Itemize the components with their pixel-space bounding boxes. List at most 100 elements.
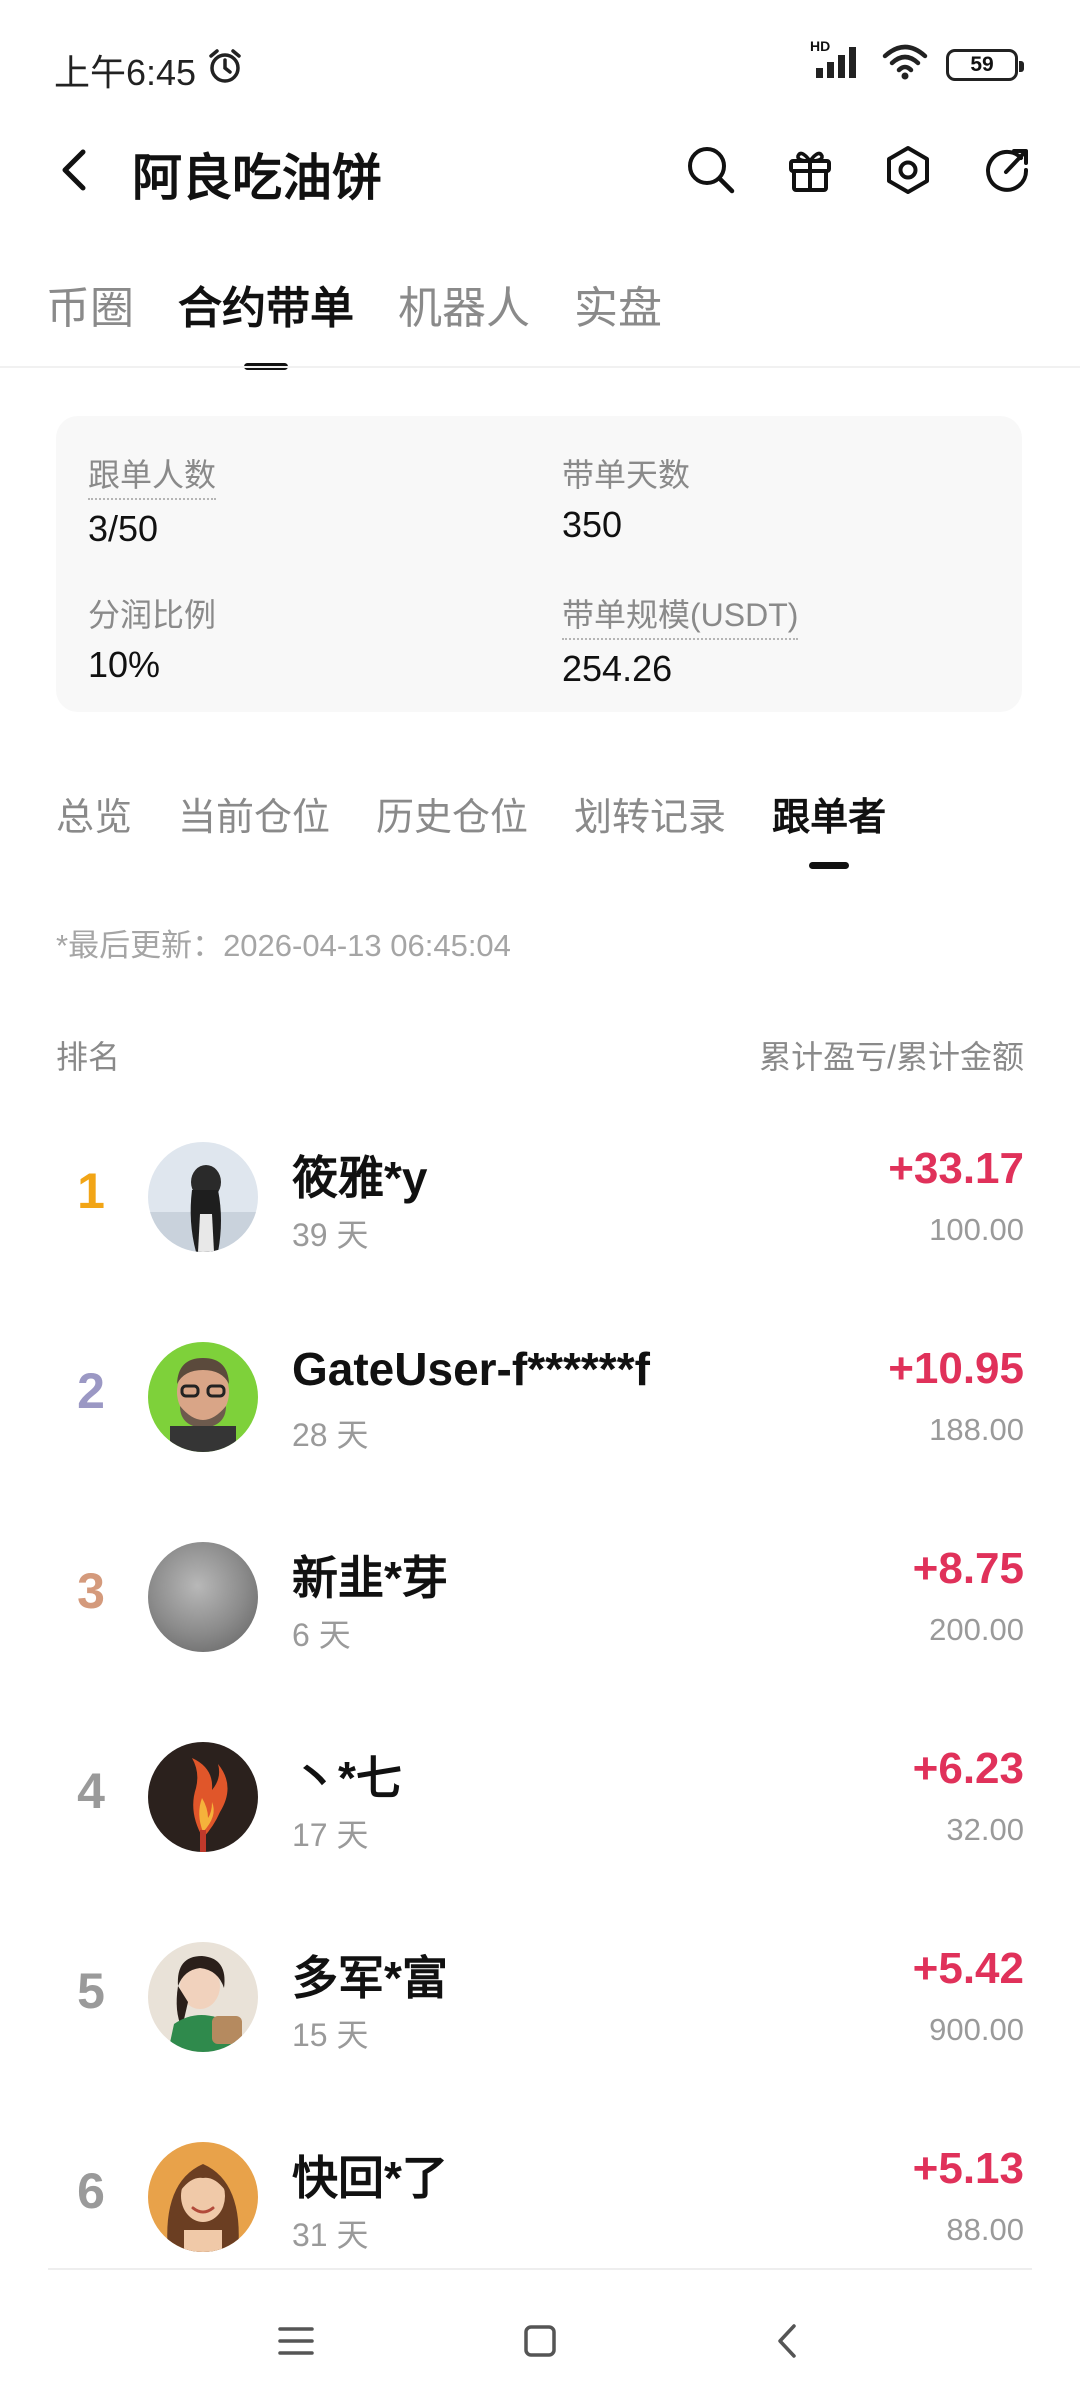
tab-live-trading[interactable]: 实盘 xyxy=(574,272,662,370)
home-button[interactable] xyxy=(505,2306,575,2376)
stat-scale: 带单规模(USDT) 254.26 xyxy=(562,590,799,690)
recent-apps-button[interactable] xyxy=(261,2306,331,2376)
follower-days: 39 天 xyxy=(292,1217,369,1253)
follower-days: 6 天 xyxy=(292,1617,351,1653)
search-icon xyxy=(688,147,735,194)
list-header-rank: 排名 xyxy=(56,1039,121,1075)
avatar xyxy=(148,1942,258,2052)
stats-card: 跟单人数 3/50 带单天数 350 分润比例 10% 带单规模(USDT) 2… xyxy=(56,416,1022,712)
stat-scale-label[interactable]: 带单规模(USDT) xyxy=(562,590,799,640)
share-icon xyxy=(986,149,1029,192)
sub-tabs: 总览 当前仓位 历史仓位 划转记录 跟单者 xyxy=(56,786,886,869)
follower-name: 快回*了 xyxy=(292,2152,448,2204)
back-button[interactable] xyxy=(46,142,102,198)
tab-overview[interactable]: 总览 xyxy=(56,786,132,869)
follower-row[interactable]: 4 丶*七 17 天 +6.23 32.00 xyxy=(0,1714,1080,1914)
follower-pnl: +5.42 xyxy=(912,1944,1024,1993)
follower-amount: 32.00 xyxy=(946,1812,1024,1847)
main-tabs: 币圈 合约带单 机器人 实盘 xyxy=(46,272,662,370)
follower-days: 17 天 xyxy=(292,1817,369,1853)
battery-icon: 59 xyxy=(946,48,1024,81)
tab-coin-circle[interactable]: 币圈 xyxy=(46,272,134,370)
rank-number: 5 xyxy=(77,1963,105,2019)
follower-amount: 900.00 xyxy=(929,2012,1024,2047)
gift-button[interactable] xyxy=(780,140,840,200)
menu-icon xyxy=(278,2327,314,2355)
settings-button[interactable] xyxy=(878,140,938,200)
follower-pnl: +33.17 xyxy=(888,1144,1024,1193)
system-nav-bar xyxy=(0,2280,1080,2400)
avatar xyxy=(148,1342,258,1452)
status-bar: 上午6:45 HD 59 xyxy=(0,0,1080,130)
tab-contract-copy-trading[interactable]: 合约带单 xyxy=(178,272,354,370)
follower-pnl: +10.95 xyxy=(888,1344,1024,1393)
follower-row[interactable]: 1 筱雅*y 39 天 +33.17 100.00 xyxy=(0,1114,1080,1314)
signal-icon: HD xyxy=(810,38,864,85)
tab-transfer-records[interactable]: 划转记录 xyxy=(574,786,726,869)
follower-name: 筱雅*y xyxy=(292,1152,428,1204)
stat-days: 带单天数 350 xyxy=(562,450,690,546)
status-indicators: HD 59 xyxy=(810,38,1024,85)
follower-days: 28 天 xyxy=(292,1417,369,1453)
avatar xyxy=(148,1142,258,1252)
gift-icon xyxy=(789,151,831,192)
status-time-text: 上午6:45 xyxy=(54,52,197,93)
tab-bots[interactable]: 机器人 xyxy=(398,272,530,370)
stat-scale-value: 254.26 xyxy=(562,648,673,689)
battery-level: 59 xyxy=(970,52,994,76)
stat-profit-share-label: 分润比例 xyxy=(88,597,217,633)
chevron-left-icon xyxy=(62,149,86,191)
status-time: 上午6:45 xyxy=(54,44,244,96)
stat-followers: 跟单人数 3/50 xyxy=(88,450,217,550)
stat-followers-label[interactable]: 跟单人数 xyxy=(88,450,217,500)
app-header: 阿良吃油饼 xyxy=(0,120,1080,220)
rank-number: 2 xyxy=(77,1363,105,1419)
follower-row[interactable]: 5 多军*富 15 天 +5.42 900.00 xyxy=(0,1914,1080,2114)
share-button[interactable] xyxy=(977,140,1037,200)
follower-amount: 200.00 xyxy=(929,1612,1024,1647)
list-header: 排名 累计盈亏/累计金额 xyxy=(56,1032,1024,1078)
rank-number: 3 xyxy=(77,1563,105,1619)
list-header-pnl: 累计盈亏/累计金额 xyxy=(759,1039,1024,1075)
follower-name: 多军*富 xyxy=(292,1952,448,2004)
alarm-icon xyxy=(206,47,244,94)
stat-days-label: 带单天数 xyxy=(562,457,691,493)
chevron-left-icon xyxy=(778,2324,796,2358)
follower-days: 31 天 xyxy=(292,2217,369,2253)
settings-icon xyxy=(887,146,929,194)
stat-days-value: 350 xyxy=(562,504,623,545)
avatar xyxy=(148,1542,258,1652)
follower-name: 丶*七 xyxy=(292,1752,402,1804)
page-title: 阿良吃油饼 xyxy=(132,150,382,206)
avatar xyxy=(148,2142,258,2252)
tab-followers[interactable]: 跟单者 xyxy=(772,786,886,869)
follower-pnl: +8.75 xyxy=(912,1544,1024,1593)
stat-followers-value: 3/50 xyxy=(88,508,159,549)
stat-profit-share-value: 10% xyxy=(88,644,161,685)
network-label: HD xyxy=(810,38,831,54)
follower-name: 新韭*芽 xyxy=(292,1552,448,1604)
search-button[interactable] xyxy=(681,140,741,200)
tabs-divider xyxy=(0,366,1080,368)
follower-name: GateUser-f******f xyxy=(292,1343,650,1395)
follower-pnl: +6.23 xyxy=(912,1744,1024,1793)
follower-amount: 100.00 xyxy=(929,1212,1024,1247)
avatar xyxy=(148,1742,258,1852)
follower-row[interactable]: 2 GateUser-f******f 28 天 +10.95 188.00 xyxy=(0,1314,1080,1514)
follower-amount: 188.00 xyxy=(929,1412,1024,1447)
rank-number: 4 xyxy=(77,1763,105,1819)
wifi-icon xyxy=(882,44,928,85)
stat-profit-share: 分润比例 10% xyxy=(88,590,216,686)
home-square-icon xyxy=(524,2325,556,2357)
follower-amount: 88.00 xyxy=(946,2212,1024,2247)
tab-current-positions[interactable]: 当前仓位 xyxy=(178,786,330,869)
rank-number: 1 xyxy=(77,1163,105,1219)
bottom-divider xyxy=(48,2268,1032,2270)
follower-pnl: +5.13 xyxy=(912,2144,1024,2193)
tab-history-positions[interactable]: 历史仓位 xyxy=(376,786,528,869)
last-updated: *最后更新：2026-04-13 06:45:04 xyxy=(56,928,511,963)
system-back-button[interactable] xyxy=(752,2306,822,2376)
follower-row[interactable]: 3 新韭*芽 6 天 +8.75 200.00 xyxy=(0,1514,1080,1714)
rank-number: 6 xyxy=(77,2163,105,2219)
follower-days: 15 天 xyxy=(292,2017,369,2053)
